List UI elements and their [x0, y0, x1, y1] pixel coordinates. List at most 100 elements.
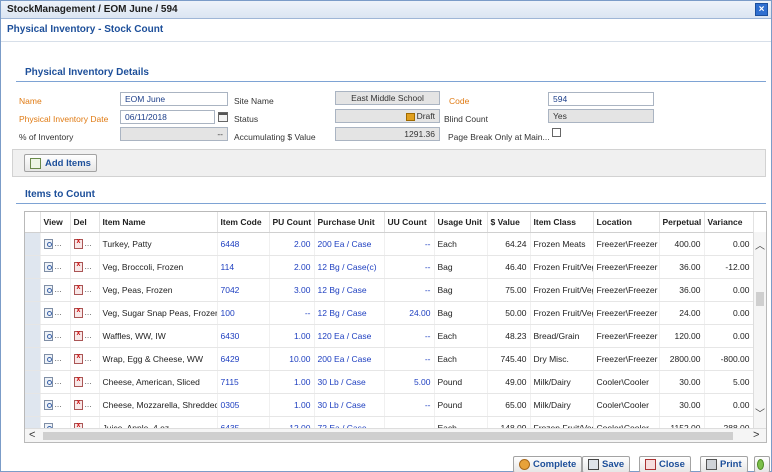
delete-more[interactable]: ... — [85, 307, 92, 317]
delete-cell[interactable]: ... — [70, 347, 100, 371]
column-header-item-code[interactable]: Item Code — [217, 212, 270, 233]
column-header-purchase-unit[interactable]: Purchase Unit — [314, 212, 385, 233]
table-row[interactable]: ...... Veg, Broccoli, Frozen1142.0012 Bg … — [25, 255, 754, 279]
calendar-icon[interactable] — [218, 112, 228, 122]
delete-cell[interactable]: ... — [70, 255, 100, 279]
row-marker[interactable] — [25, 393, 41, 417]
pu-count[interactable]: 2.00 — [269, 232, 315, 256]
uu-count[interactable]: -- — [384, 324, 435, 348]
view-more[interactable]: ... — [55, 399, 62, 409]
item-code[interactable]: 6430 — [217, 324, 270, 348]
date-field[interactable]: 06/11/2018 — [120, 110, 215, 124]
page-break-checkbox[interactable] — [552, 128, 561, 137]
view-icon[interactable] — [43, 284, 53, 295]
uu-count[interactable]: 24.00 — [384, 301, 435, 325]
pu-count[interactable]: 1.00 — [269, 370, 315, 394]
uu-count[interactable]: -- — [384, 232, 435, 256]
delete-cell[interactable]: ... — [70, 393, 100, 417]
view-more[interactable]: ... — [55, 307, 62, 317]
view-icon[interactable] — [43, 330, 53, 341]
delete-icon[interactable] — [73, 284, 83, 295]
pu-count[interactable]: 1.00 — [269, 393, 315, 417]
view-cell[interactable]: ... — [40, 232, 71, 256]
view-icon[interactable] — [43, 238, 53, 249]
scroll-down-icon[interactable]: ﹀ — [755, 410, 765, 420]
view-cell[interactable]: ... — [40, 393, 71, 417]
purchase-unit[interactable]: 12 Bg / Case — [314, 301, 385, 325]
uu-count[interactable]: -- — [384, 255, 435, 279]
delete-cell[interactable]: ... — [70, 301, 100, 325]
column-header-location[interactable]: Location — [593, 212, 660, 233]
delete-icon[interactable] — [73, 376, 83, 387]
close-button[interactable]: Close — [639, 456, 691, 472]
save-button[interactable]: Save — [582, 456, 631, 472]
view-cell[interactable]: ... — [40, 324, 71, 348]
purchase-unit[interactable]: 30 Lb / Case — [314, 393, 385, 417]
delete-icon[interactable] — [73, 238, 83, 249]
horizontal-scrollbar[interactable]: < > — [25, 428, 766, 442]
column-header-view[interactable]: View — [40, 212, 71, 233]
delete-more[interactable]: ... — [85, 376, 92, 386]
view-cell[interactable]: ... — [40, 301, 71, 325]
scroll-left-icon[interactable]: < — [29, 429, 35, 442]
row-marker[interactable] — [25, 255, 41, 279]
table-row[interactable]: ...... Veg, Sugar Snap Peas, Frozen100--1… — [25, 301, 754, 325]
row-marker[interactable] — [25, 232, 41, 256]
pu-count[interactable]: 1.00 — [269, 324, 315, 348]
item-code[interactable]: 6448 — [217, 232, 270, 256]
row-marker[interactable] — [25, 370, 41, 394]
view-icon[interactable] — [43, 261, 53, 272]
view-cell[interactable]: ... — [40, 255, 71, 279]
delete-more[interactable]: ... — [85, 330, 92, 340]
item-code[interactable]: 114 — [217, 255, 270, 279]
view-more[interactable]: ... — [55, 284, 62, 294]
table-row[interactable]: ...... Turkey, Patty64482.00200 Ea / Case… — [25, 232, 754, 256]
view-more[interactable]: ... — [55, 353, 62, 363]
delete-more[interactable]: ... — [85, 353, 92, 363]
view-icon[interactable] — [43, 307, 53, 318]
pu-count[interactable]: -- — [269, 301, 315, 325]
purchase-unit[interactable]: 120 Ea / Case — [314, 324, 385, 348]
table-row[interactable]: ...... Waffles, WW, IW64301.00120 Ea / Ca… — [25, 324, 754, 348]
view-more[interactable]: ... — [55, 238, 62, 248]
item-code[interactable]: 7042 — [217, 278, 270, 302]
purchase-unit[interactable]: 30 Lb / Case — [314, 370, 385, 394]
row-marker[interactable] — [25, 347, 41, 371]
item-code[interactable]: 0305 — [217, 393, 270, 417]
delete-cell[interactable]: ... — [70, 278, 100, 302]
column-header--value[interactable]: $ Value — [487, 212, 531, 233]
item-code[interactable]: 6429 — [217, 347, 270, 371]
item-code[interactable]: 100 — [217, 301, 270, 325]
delete-cell[interactable]: ... — [70, 232, 100, 256]
column-header-usage-unit[interactable]: Usage Unit — [434, 212, 488, 233]
view-icon[interactable] — [43, 353, 53, 364]
delete-cell[interactable]: ... — [70, 370, 100, 394]
uu-count[interactable]: -- — [384, 278, 435, 302]
delete-cell[interactable]: ... — [70, 324, 100, 348]
table-row[interactable]: ...... Cheese, Mozzarella, Shredded03051.… — [25, 393, 754, 417]
scroll-right-icon[interactable]: > — [753, 429, 759, 442]
delete-icon[interactable] — [73, 261, 83, 272]
column-header-uu-count[interactable]: UU Count — [384, 212, 435, 233]
column-header-perpetual[interactable]: Perpetual — [659, 212, 705, 233]
column-header-variance[interactable]: Variance — [704, 212, 754, 233]
print-button[interactable]: Print — [700, 456, 748, 472]
delete-more[interactable]: ... — [85, 261, 92, 271]
code-field[interactable]: 594 — [548, 92, 654, 106]
delete-icon[interactable] — [73, 307, 83, 318]
purchase-unit[interactable]: 12 Bg / Case — [314, 278, 385, 302]
view-more[interactable]: ... — [55, 261, 62, 271]
add-items-button[interactable]: Add Items — [24, 154, 97, 172]
vertical-scroll-thumb[interactable] — [756, 292, 764, 306]
delete-more[interactable]: ... — [85, 238, 92, 248]
table-row[interactable]: ...... Wrap, Egg & Cheese, WW642910.00200… — [25, 347, 754, 371]
pu-count[interactable]: 2.00 — [269, 255, 315, 279]
view-more[interactable]: ... — [55, 330, 62, 340]
horizontal-scroll-thumb[interactable] — [43, 432, 733, 440]
item-code[interactable]: 7115 — [217, 370, 270, 394]
table-row[interactable]: ......Cheese, American, Sliced71151.0030… — [25, 370, 754, 394]
purchase-unit[interactable]: 200 Ea / Case — [314, 232, 385, 256]
column-header-item-name[interactable]: Item Name — [99, 212, 218, 233]
view-more[interactable]: ... — [55, 376, 62, 386]
row-marker[interactable] — [25, 324, 41, 348]
